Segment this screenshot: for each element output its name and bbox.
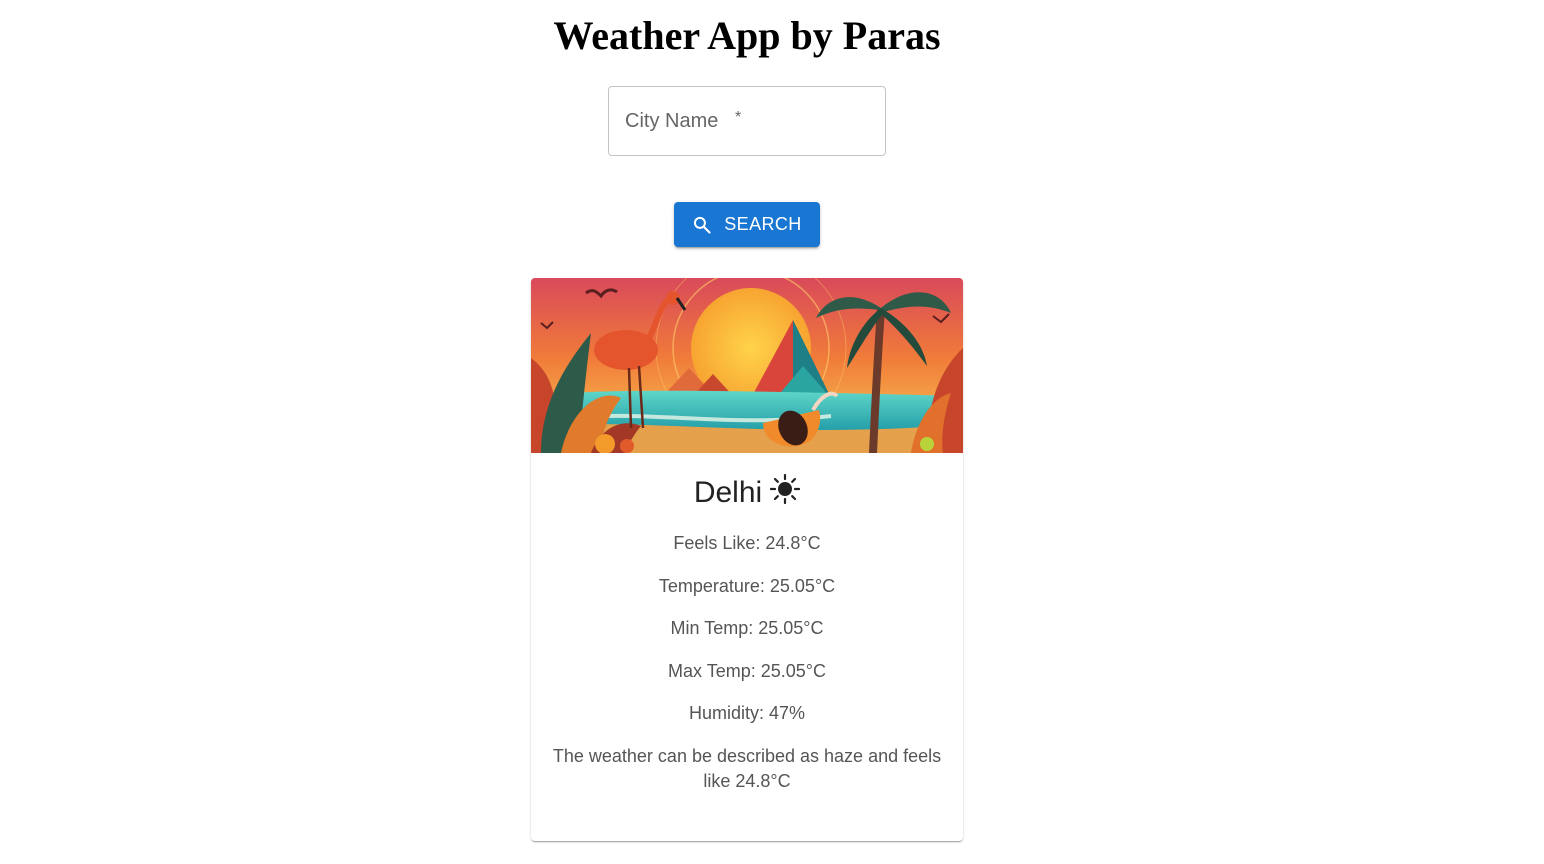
temperature-text: Temperature: 25.05°C	[658, 576, 836, 596]
search-button[interactable]: SEARCH	[674, 202, 820, 247]
min-temp-text: Min Temp: 25.05°C	[670, 618, 824, 638]
max-temp-text: Max Temp: 25.05°C	[668, 661, 826, 681]
card-image	[531, 278, 963, 453]
city-name-field[interactable]: *	[608, 86, 886, 156]
weather-card: Delhi Feels Like: 24.8°C Temperature: 25…	[531, 278, 963, 841]
feels-like-text: Feels Like: 24.8°C	[673, 533, 821, 553]
city-name: Delhi	[693, 476, 763, 509]
city-name-input[interactable]	[609, 87, 885, 155]
sun-icon	[770, 474, 801, 504]
search-button-label: SEARCH	[724, 214, 802, 234]
city-title-row: Delhi	[531, 472, 963, 514]
weather-description: The weather can be described as haze and…	[552, 746, 942, 791]
humidity-text: Humidity: 47%	[688, 703, 806, 723]
search-icon	[694, 216, 711, 234]
app-title: Weather App by Paras	[553, 13, 941, 58]
